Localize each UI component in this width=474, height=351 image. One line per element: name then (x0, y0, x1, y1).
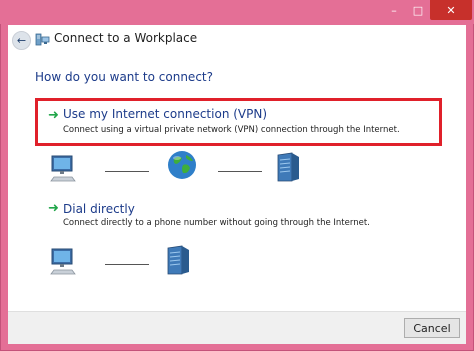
vpn-diagram (8, 145, 466, 187)
green-arrow-icon: ➜ (48, 108, 59, 123)
question-heading: How do you want to connect? (35, 70, 213, 84)
window-title: Connect to a Workplace (54, 31, 198, 45)
network-app-icon (35, 33, 50, 46)
connection-line (218, 171, 262, 172)
dialog-header: ← Connect to a Workplace (8, 25, 466, 57)
globe-icon (168, 151, 196, 179)
option-vpn-title: Use my Internet connection (VPN) (63, 107, 268, 121)
maximize-button[interactable]: □ (406, 0, 430, 20)
dialog-client-area: ← Connect to a Workplace How do you want… (8, 25, 466, 344)
green-arrow-icon: ➜ (48, 201, 59, 216)
server-icon (277, 152, 299, 182)
option-vpn[interactable]: ➜ Use my Internet connection (VPN) Conne… (35, 98, 442, 146)
computer-icon (50, 155, 76, 182)
dialog-footer: Cancel (8, 311, 466, 344)
server-icon (167, 245, 189, 275)
close-button[interactable]: ✕ (430, 0, 472, 20)
back-button[interactable]: ← (12, 31, 31, 50)
title-bar: – □ ✕ (0, 0, 474, 24)
minimize-button[interactable]: – (382, 0, 406, 20)
option-vpn-description: Connect using a virtual private network … (63, 125, 400, 135)
dial-diagram (8, 238, 466, 280)
connection-line (105, 264, 149, 265)
computer-icon (50, 248, 76, 275)
cancel-button[interactable]: Cancel (404, 318, 460, 338)
connection-line (105, 171, 149, 172)
option-dial-title: Dial directly (63, 202, 135, 216)
back-arrow-icon: ← (16, 34, 27, 47)
option-dial-description: Connect directly to a phone number witho… (63, 218, 370, 228)
